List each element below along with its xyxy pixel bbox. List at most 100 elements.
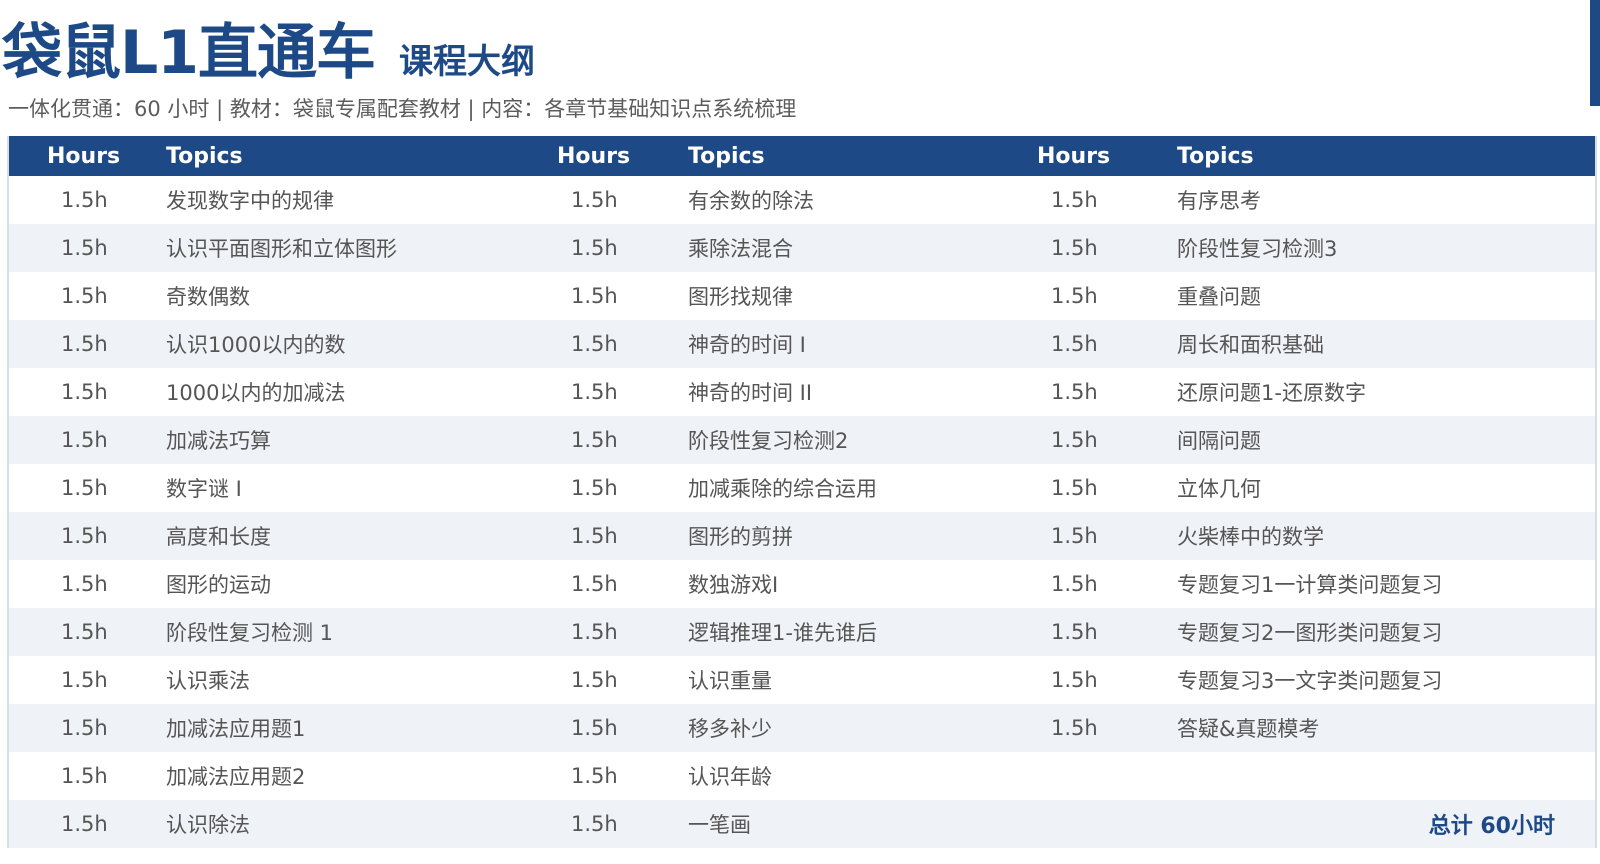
topic-cell: 图形找规律 — [688, 285, 793, 309]
topic-cell: 火柴棒中的数学 — [1177, 525, 1324, 549]
topic-cell: 加减乘除的综合运用 — [688, 477, 877, 501]
topic-cell: 数字谜 I — [166, 477, 242, 501]
topic-cell: 发现数字中的规律 — [166, 189, 334, 213]
hours-cell: 1.5h — [571, 812, 618, 836]
table-body: 1.5h 发现数字中的规律 1.5h 有余数的除法 1.5h 有序思考 1.5h 认识平面图形… — [9, 176, 1595, 848]
hours-cell: 1.5h — [1051, 428, 1098, 452]
topic-cell: 认识重量 — [688, 669, 772, 693]
topic-cell: 阶段性复习检测 1 — [166, 621, 334, 645]
hours-cell: 1.5h — [1051, 668, 1098, 692]
table-row: 1.5h 加减法应用题2 1.5h 认识年龄 — [9, 752, 1595, 800]
topic-cell: 专题复习2一图形类问题复习 — [1177, 621, 1443, 645]
hours-cell: 1.5h — [1051, 284, 1098, 308]
topic-cell: 立体几何 — [1177, 477, 1261, 501]
topic-cell: 阶段性复习检测2 — [688, 429, 849, 453]
hours-cell: 1.5h — [571, 380, 618, 404]
hours-cell: 1.5h — [61, 284, 108, 308]
table-row: 1.5h 数字谜 I 1.5h 加减乘除的综合运用 1.5h 立体几何 — [9, 464, 1595, 512]
header-topics-3: Topics — [1177, 143, 1254, 169]
hours-cell: 1.5h — [571, 428, 618, 452]
hours-cell — [1051, 752, 1141, 800]
hours-cell: 1.5h — [1051, 716, 1098, 740]
header-topics-1: Topics — [166, 143, 243, 169]
hours-cell: 1.5h — [61, 188, 108, 212]
table-row: 1.5h 1000以内的加减法 1.5h 神奇的时间 II 1.5h 还原问题1-还原数字 — [9, 368, 1595, 416]
table-row: 1.5h 认识除法 1.5h 一笔画 总计 60小时 — [9, 800, 1595, 848]
topic-cell: 认识1000以内的数 — [166, 333, 346, 357]
topic-cell: 间隔问题 — [1177, 429, 1261, 453]
table-row: 1.5h 认识平面图形和立体图形 1.5h 乘除法混合 1.5h 阶段性复习检测3 — [9, 224, 1595, 272]
table-row: 1.5h 加减法巧算 1.5h 阶段性复习检测2 1.5h 间隔问题 — [9, 416, 1595, 464]
topic-cell: 专题复习1一计算类问题复习 — [1177, 573, 1443, 597]
topic-cell — [1177, 752, 1567, 800]
hours-cell: 1.5h — [1051, 524, 1098, 548]
topic-cell: 一笔画 — [688, 813, 751, 837]
hours-cell: 1.5h — [61, 716, 108, 740]
hours-cell: 1.5h — [571, 764, 618, 788]
hours-cell: 1.5h — [61, 620, 108, 644]
topic-cell: 周长和面积基础 — [1177, 333, 1324, 357]
hours-cell: 1.5h — [1051, 380, 1098, 404]
hours-cell: 1.5h — [1051, 572, 1098, 596]
topic-cell: 数独游戏I — [688, 573, 779, 597]
hours-cell: 1.5h — [571, 620, 618, 644]
table-row: 1.5h 奇数偶数 1.5h 图形找规律 1.5h 重叠问题 — [9, 272, 1595, 320]
table-row: 1.5h 发现数字中的规律 1.5h 有余数的除法 1.5h 有序思考 — [9, 176, 1595, 224]
hours-cell: 1.5h — [61, 428, 108, 452]
syllabus-table: Hours Topics Hours Topics Hours Topics 1… — [7, 136, 1597, 848]
topic-cell: 加减法巧算 — [166, 429, 271, 453]
topic-cell: 有余数的除法 — [688, 189, 814, 213]
topic-cell: 还原问题1-还原数字 — [1177, 381, 1366, 405]
hours-cell: 1.5h — [571, 668, 618, 692]
hours-cell: 1.5h — [1051, 236, 1098, 260]
topic-cell: 高度和长度 — [166, 525, 271, 549]
hours-cell: 1.5h — [61, 236, 108, 260]
hours-cell: 1.5h — [571, 524, 618, 548]
topic-cell: 加减法应用题2 — [166, 765, 306, 789]
hours-cell: 1.5h — [571, 332, 618, 356]
header-topics-2: Topics — [688, 143, 765, 169]
topic-cell: 认识除法 — [166, 813, 250, 837]
hours-cell: 1.5h — [571, 284, 618, 308]
hours-cell: 1.5h — [61, 524, 108, 548]
table-row: 1.5h 高度和长度 1.5h 图形的剪拼 1.5h 火柴棒中的数学 — [9, 512, 1595, 560]
topic-cell: 神奇的时间 II — [688, 381, 813, 405]
hours-cell: 1.5h — [1051, 332, 1098, 356]
topic-cell: 加减法应用题1 — [166, 717, 306, 741]
topic-cell: 认识乘法 — [166, 669, 250, 693]
table-row: 1.5h 认识1000以内的数 1.5h 神奇的时间 I 1.5h 周长和面积基础 — [9, 320, 1595, 368]
hours-cell: 1.5h — [61, 812, 108, 836]
topic-cell: 奇数偶数 — [166, 285, 250, 309]
topic-cell: 有序思考 — [1177, 189, 1261, 213]
page-title: 袋鼠L1直通车 — [2, 18, 376, 88]
topic-cell: 认识年龄 — [688, 765, 772, 789]
topic-cell: 认识平面图形和立体图形 — [166, 237, 397, 261]
hours-cell: 1.5h — [61, 380, 108, 404]
header-hours-1: Hours — [47, 143, 121, 169]
hours-cell: 1.5h — [1051, 476, 1098, 500]
topic-cell: 图形的运动 — [166, 573, 271, 597]
hours-cell: 1.5h — [61, 764, 108, 788]
table-row: 1.5h 阶段性复习检测 1 1.5h 逻辑推理1-谁先谁后 1.5h 专题复习2一图形类… — [9, 608, 1595, 656]
hours-cell: 1.5h — [61, 476, 108, 500]
hours-cell: 1.5h — [571, 716, 618, 740]
hours-cell: 1.5h — [571, 476, 618, 500]
table-row: 1.5h 认识乘法 1.5h 认识重量 1.5h 专题复习3一文字类问题复习 — [9, 656, 1595, 704]
page-header: 袋鼠L1直通车 课程大纲 — [2, 8, 535, 88]
hours-cell: 1.5h — [571, 572, 618, 596]
table-header-row: Hours Topics Hours Topics Hours Topics — [9, 136, 1595, 176]
topic-cell: 移多补少 — [688, 717, 772, 741]
hours-cell — [1051, 800, 1141, 848]
header-hours-2: Hours — [557, 143, 631, 169]
hours-cell: 1.5h — [571, 236, 618, 260]
topic-cell: 乘除法混合 — [688, 237, 793, 261]
table-row: 1.5h 加减法应用题1 1.5h 移多补少 1.5h 答疑&真题模考 — [9, 704, 1595, 752]
course-description: 一体化贯通：60 小时 | 教材：袋鼠专属配套教材 | 内容：各章节基础知识点系… — [8, 97, 797, 121]
hours-cell: 1.5h — [1051, 620, 1098, 644]
hours-cell: 1.5h — [61, 668, 108, 692]
header-hours-3: Hours — [1037, 143, 1111, 169]
hours-cell: 1.5h — [571, 188, 618, 212]
hours-cell: 1.5h — [61, 332, 108, 356]
topic-cell: 逻辑推理1-谁先谁后 — [688, 621, 877, 645]
page-subtitle-tag: 课程大纲 — [398, 42, 535, 82]
